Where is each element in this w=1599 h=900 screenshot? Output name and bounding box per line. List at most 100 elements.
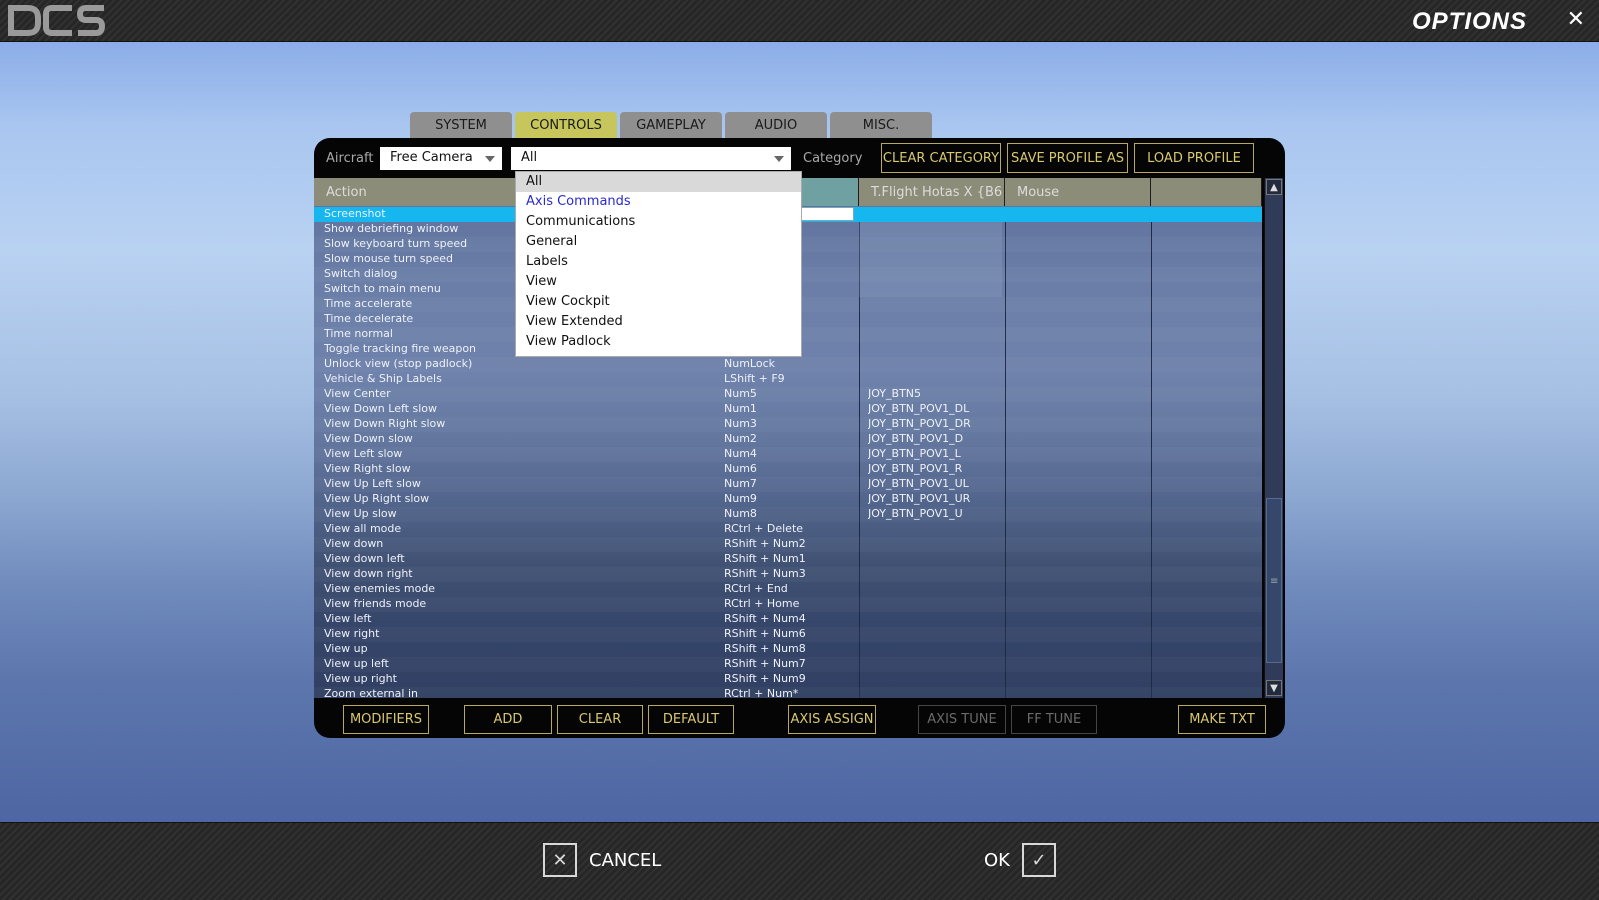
joystick-binding-cell[interactable]: JOY_BTN_POV1_L <box>868 447 998 462</box>
joystick-binding-cell[interactable]: JOY_BTN5 <box>868 387 998 402</box>
ff-tune-button[interactable]: FF TUNE <box>1011 705 1097 734</box>
action-cell[interactable]: View Left slow <box>324 447 704 462</box>
clear-category-button[interactable]: CLEAR CATEGORY <box>881 143 1001 173</box>
keyboard-binding-cell[interactable]: RShift + Num8 <box>724 642 852 657</box>
tab-audio[interactable]: AUDIO <box>725 112 827 138</box>
joystick-binding-cell[interactable] <box>868 357 998 372</box>
action-cell[interactable]: View Up Right slow <box>324 492 704 507</box>
table-row[interactable]: View Right slow Num6 JOY_BTN_POV1_R <box>314 462 1262 477</box>
table-row[interactable]: View all mode RCtrl + Delete <box>314 522 1262 537</box>
keyboard-binding-cell[interactable]: RShift + Num7 <box>724 657 852 672</box>
axis-tune-button[interactable]: AXIS TUNE <box>918 705 1006 734</box>
joystick-binding-cell[interactable] <box>868 627 998 642</box>
joystick-binding-cell[interactable] <box>868 327 998 342</box>
category-option-labels[interactable]: Labels <box>516 252 801 272</box>
load-profile-button[interactable]: LOAD PROFILE <box>1134 143 1254 173</box>
joystick-binding-cell[interactable]: JOY_BTN_POV1_UR <box>868 492 998 507</box>
category-select[interactable]: All <box>511 147 791 170</box>
keyboard-binding-cell[interactable]: Num1 <box>724 402 852 417</box>
joystick-binding-cell[interactable] <box>868 672 998 687</box>
keyboard-binding-cell[interactable]: RShift + Num1 <box>724 552 852 567</box>
category-option-communications[interactable]: Communications <box>516 212 801 232</box>
action-cell[interactable]: Zoom external in <box>324 687 704 698</box>
table-row[interactable]: View enemies mode RCtrl + End <box>314 582 1262 597</box>
keyboard-binding-cell[interactable]: Num2 <box>724 432 852 447</box>
column-header-extra[interactable] <box>1151 178 1262 206</box>
joystick-binding-cell[interactable] <box>868 657 998 672</box>
keyboard-binding-cell[interactable]: LShift + F9 <box>724 372 852 387</box>
tab-misc[interactable]: MISC. <box>830 112 932 138</box>
action-cell[interactable]: Vehicle & Ship Labels <box>324 372 704 387</box>
table-row[interactable]: View Left slow Num4 JOY_BTN_POV1_L <box>314 447 1262 462</box>
action-cell[interactable]: View Down Left slow <box>324 402 704 417</box>
table-row[interactable]: View up RShift + Num8 <box>314 642 1262 657</box>
action-cell[interactable]: View Down Right slow <box>324 417 704 432</box>
table-row[interactable]: View Down slow Num2 JOY_BTN_POV1_D <box>314 432 1262 447</box>
table-row[interactable]: View Up slow Num8 JOY_BTN_POV1_U <box>314 507 1262 522</box>
table-row[interactable]: View down RShift + Num2 <box>314 537 1262 552</box>
action-cell[interactable]: View up right <box>324 672 704 687</box>
close-icon[interactable]: ✕ <box>1567 7 1585 32</box>
table-row[interactable]: View down right RShift + Num3 <box>314 567 1262 582</box>
keyboard-binding-cell[interactable]: Num9 <box>724 492 852 507</box>
column-header-mouse[interactable]: Mouse <box>1005 178 1151 206</box>
keyboard-binding-cell[interactable]: Num3 <box>724 417 852 432</box>
category-option-view-padlock[interactable]: View Padlock <box>516 332 801 352</box>
table-row[interactable]: View Down Right slow Num3 JOY_BTN_POV1_DR <box>314 417 1262 432</box>
action-cell[interactable]: View friends mode <box>324 597 704 612</box>
joystick-binding-cell[interactable] <box>868 642 998 657</box>
action-cell[interactable]: View up left <box>324 657 704 672</box>
keyboard-binding-cell[interactable]: RShift + Num6 <box>724 627 852 642</box>
joystick-binding-cell[interactable] <box>868 567 998 582</box>
keyboard-binding-cell[interactable]: Num5 <box>724 387 852 402</box>
scroll-thumb[interactable]: ≡ <box>1266 498 1282 663</box>
action-cell[interactable]: View Right slow <box>324 462 704 477</box>
keyboard-binding-cell[interactable]: Num7 <box>724 477 852 492</box>
joystick-binding-cell[interactable] <box>868 612 998 627</box>
table-row[interactable]: View friends mode RCtrl + Home <box>314 597 1262 612</box>
joystick-binding-cell[interactable]: JOY_BTN_POV1_DL <box>868 402 998 417</box>
ok-button[interactable]: OK ✓ <box>984 843 1056 877</box>
axis-assign-button[interactable]: AXIS ASSIGN <box>788 705 876 734</box>
category-option-axis-commands[interactable]: Axis Commands <box>516 192 801 212</box>
table-row[interactable]: Unlock view (stop padlock) NumLock <box>314 357 1262 372</box>
joystick-binding-cell[interactable]: JOY_BTN_POV1_UL <box>868 477 998 492</box>
joystick-binding-cell[interactable] <box>868 312 998 327</box>
add-button[interactable]: ADD <box>464 705 552 734</box>
action-cell[interactable]: View left <box>324 612 704 627</box>
table-row[interactable]: View right RShift + Num6 <box>314 627 1262 642</box>
category-option-general[interactable]: General <box>516 232 801 252</box>
table-row[interactable]: View Down Left slow Num1 JOY_BTN_POV1_DL <box>314 402 1262 417</box>
keyboard-binding-cell[interactable]: RShift + Num3 <box>724 567 852 582</box>
table-row[interactable]: View up right RShift + Num9 <box>314 672 1262 687</box>
keyboard-binding-cell[interactable]: RShift + Num4 <box>724 612 852 627</box>
joystick-binding-cell[interactable] <box>868 372 998 387</box>
action-cell[interactable]: View Up Left slow <box>324 477 704 492</box>
action-cell[interactable]: View down left <box>324 552 704 567</box>
keyboard-binding-cell[interactable]: RCtrl + Delete <box>724 522 852 537</box>
column-header-joystick[interactable]: T.Flight Hotas X {B6 <box>859 178 1005 206</box>
tab-system[interactable]: SYSTEM <box>410 112 512 138</box>
scroll-up-icon[interactable]: ▲ <box>1266 179 1282 195</box>
save-profile-as-button[interactable]: SAVE PROFILE AS <box>1007 143 1128 173</box>
joystick-binding-cell[interactable] <box>868 537 998 552</box>
joystick-binding-cell[interactable] <box>868 597 998 612</box>
category-option-view[interactable]: View <box>516 272 801 292</box>
keyboard-binding-cell[interactable]: RCtrl + Num* <box>724 687 852 698</box>
joystick-binding-cell[interactable] <box>868 342 998 357</box>
joystick-binding-cell[interactable] <box>868 222 998 237</box>
category-option-all[interactable]: All <box>516 172 801 192</box>
keyboard-binding-cell[interactable]: Num6 <box>724 462 852 477</box>
default-button[interactable]: DEFAULT <box>648 705 734 734</box>
aircraft-select[interactable]: Free Camera <box>380 147 502 170</box>
keyboard-binding-cell[interactable]: RCtrl + Home <box>724 597 852 612</box>
category-option-view-extended[interactable]: View Extended <box>516 312 801 332</box>
joystick-binding-cell[interactable]: JOY_BTN_POV1_D <box>868 432 998 447</box>
joystick-binding-cell[interactable]: JOY_BTN_POV1_DR <box>868 417 998 432</box>
joystick-binding-cell[interactable]: JOY_BTN_POV1_U <box>868 507 998 522</box>
category-option-view-cockpit[interactable]: View Cockpit <box>516 292 801 312</box>
tab-gameplay[interactable]: GAMEPLAY <box>620 112 722 138</box>
joystick-binding-cell[interactable] <box>868 237 998 252</box>
keyboard-binding-cell[interactable]: RCtrl + End <box>724 582 852 597</box>
grid-scrollbar[interactable]: ▲ ≡ ▼ <box>1264 178 1283 698</box>
